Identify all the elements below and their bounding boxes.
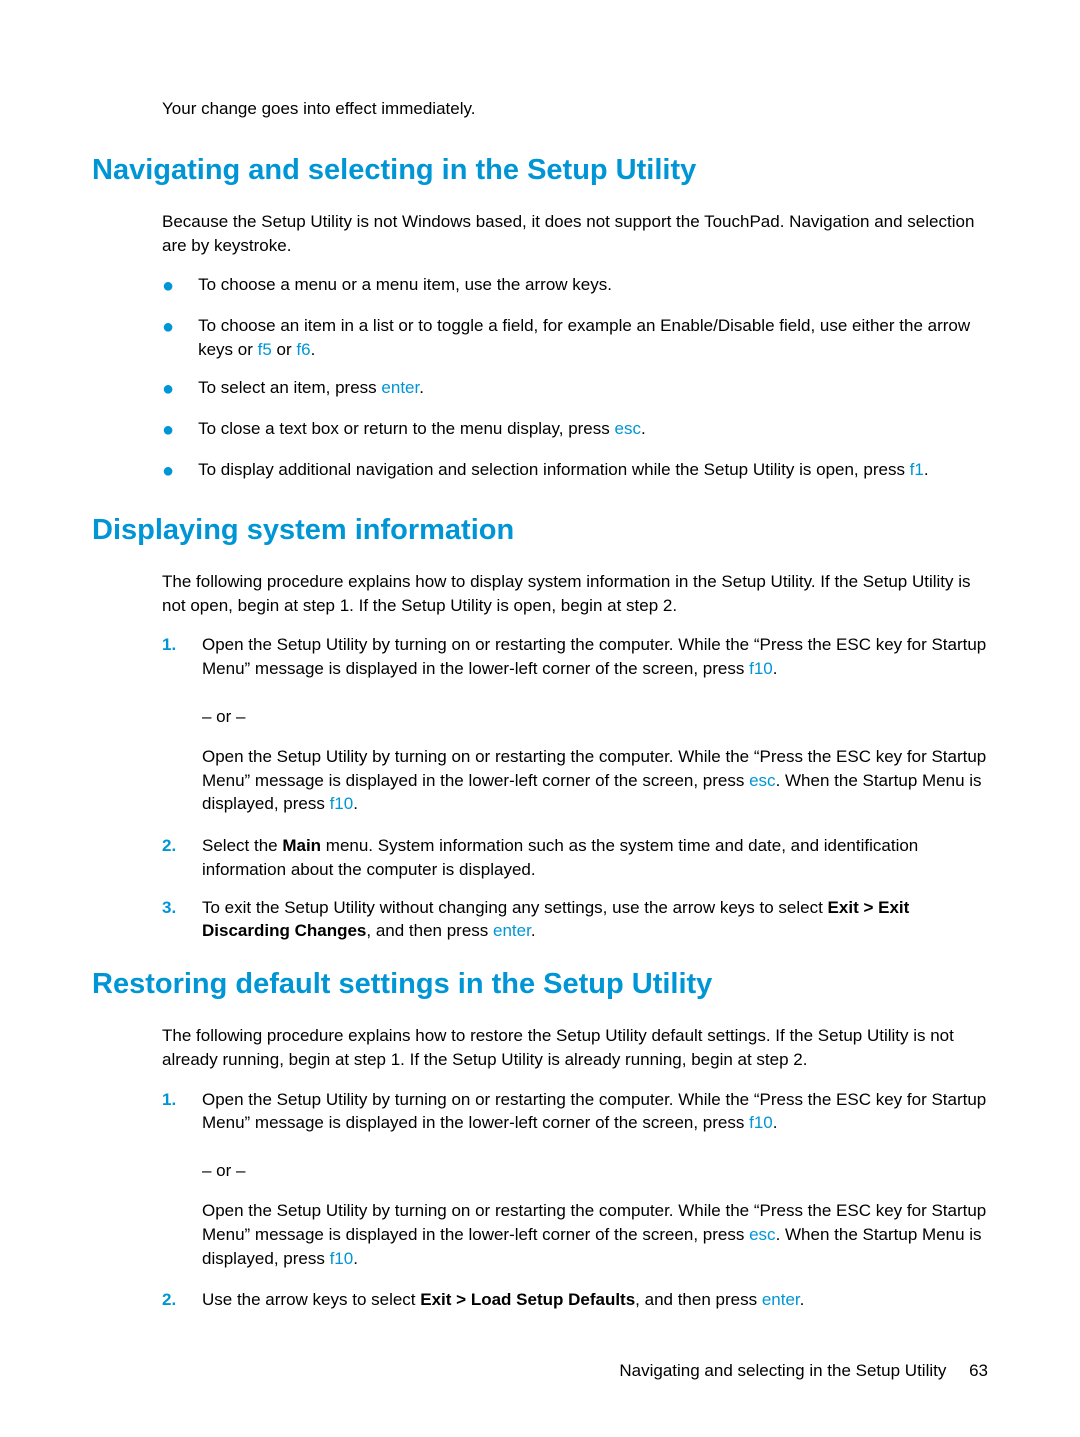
key-esc: esc — [615, 419, 641, 438]
bullet-text: To choose an item in a list or to toggle… — [198, 314, 988, 362]
step-text: Select the Main menu. System information… — [202, 834, 988, 882]
or-divider: – or – — [202, 705, 988, 729]
key-enter: enter — [381, 378, 419, 397]
list-item: 1. Open the Setup Utility by turning on … — [162, 633, 988, 681]
key-esc: esc — [749, 771, 775, 790]
list-item: 2. Use the arrow keys to select Exit > L… — [162, 1288, 988, 1312]
section3-body: The following procedure explains how to … — [162, 1024, 988, 1072]
bullet-item: ● To select an item, press enter. — [162, 376, 988, 403]
key-f1: f1 — [910, 460, 924, 479]
step-text: Open the Setup Utility by turning on or … — [202, 633, 988, 681]
bullet-text: To display additional navigation and sel… — [198, 458, 988, 482]
bullet-item: ● To display additional navigation and s… — [162, 458, 988, 485]
key-f6: f6 — [296, 340, 310, 359]
bold-exit-load: Exit > Load Setup Defaults — [420, 1290, 635, 1309]
key-enter: enter — [762, 1290, 800, 1309]
bullet-item: ● To choose an item in a list or to togg… — [162, 314, 988, 362]
bullet-item: ● To close a text box or return to the m… — [162, 417, 988, 444]
section-heading-displaying: Displaying system information — [92, 513, 988, 548]
list-item: 2. Select the Main menu. System informat… — [162, 834, 988, 882]
numbered-list-displaying: 1. Open the Setup Utility by turning on … — [162, 633, 988, 681]
key-f10: f10 — [749, 1113, 773, 1132]
list-item: 1. Open the Setup Utility by turning on … — [162, 1088, 988, 1136]
section2-body: The following procedure explains how to … — [162, 570, 988, 618]
section-heading-restoring: Restoring default settings in the Setup … — [92, 967, 988, 1002]
footer-title: Navigating and selecting in the Setup Ut… — [619, 1361, 946, 1380]
bullet-marker-icon: ● — [162, 457, 174, 485]
bullet-marker-icon: ● — [162, 375, 174, 403]
bullet-text: To close a text box or return to the men… — [198, 417, 988, 441]
bullet-marker-icon: ● — [162, 313, 174, 341]
number-marker: 2. — [162, 834, 178, 858]
key-f10: f10 — [330, 1249, 354, 1268]
number-marker: 1. — [162, 1088, 178, 1112]
numbered-list-restoring: 1. Open the Setup Utility by turning on … — [162, 1088, 988, 1136]
bullet-marker-icon: ● — [162, 272, 174, 300]
page-footer: Navigating and selecting in the Setup Ut… — [619, 1361, 988, 1381]
section-heading-navigating: Navigating and selecting in the Setup Ut… — [92, 153, 988, 188]
number-marker: 3. — [162, 896, 178, 920]
key-esc: esc — [749, 1225, 775, 1244]
bullet-item: ● To choose a menu or a menu item, use t… — [162, 273, 988, 300]
number-marker: 1. — [162, 633, 178, 657]
key-enter: enter — [493, 921, 531, 940]
intro-text: Your change goes into effect immediately… — [162, 98, 988, 121]
number-marker: 2. — [162, 1288, 178, 1312]
page-number: 63 — [969, 1361, 988, 1380]
step-alt-text: Open the Setup Utility by turning on or … — [202, 745, 988, 816]
section1-body: Because the Setup Utility is not Windows… — [162, 210, 988, 258]
key-f10: f10 — [749, 659, 773, 678]
step-text: To exit the Setup Utility without changi… — [202, 896, 988, 944]
or-divider: – or – — [202, 1159, 988, 1183]
numbered-list-restoring-cont: 2. Use the arrow keys to select Exit > L… — [162, 1288, 988, 1312]
bullet-text: To choose a menu or a menu item, use the… — [198, 273, 988, 297]
key-f5: f5 — [258, 340, 272, 359]
step-text: Open the Setup Utility by turning on or … — [202, 1088, 988, 1136]
step-alt-text: Open the Setup Utility by turning on or … — [202, 1199, 988, 1270]
key-f10: f10 — [330, 794, 354, 813]
bullet-marker-icon: ● — [162, 416, 174, 444]
numbered-list-displaying-cont: 2. Select the Main menu. System informat… — [162, 834, 988, 943]
bullet-list-navigating: ● To choose a menu or a menu item, use t… — [162, 273, 988, 485]
step-text: Use the arrow keys to select Exit > Load… — [202, 1288, 988, 1312]
bold-main: Main — [282, 836, 321, 855]
bullet-text: To select an item, press enter. — [198, 376, 988, 400]
list-item: 3. To exit the Setup Utility without cha… — [162, 896, 988, 944]
